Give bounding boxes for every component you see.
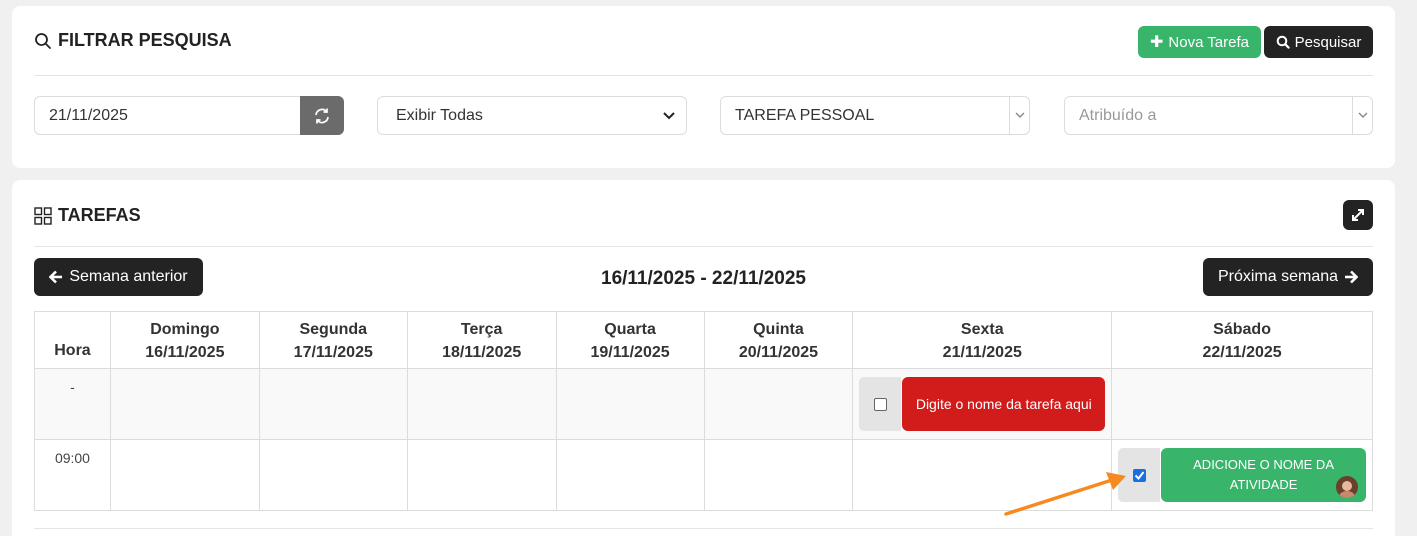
day-header-tuesday: Terça 18/11/2025 [406,311,557,369]
arrow-right-icon [1345,270,1359,284]
day-name: Segunda [299,321,368,338]
checkbox-box[interactable] [873,397,887,411]
checkbox-box-checked[interactable] [1132,468,1146,482]
tasks-divider [34,246,1373,247]
expand-icon [1352,209,1364,221]
day-date: 20/11/2025 [738,344,819,361]
calendar-header-row: Hora Domingo 16/11/2025 Segunda 17/11/2025… [34,311,1373,369]
task-name: Digite o nome da tarefa aqui [915,396,1092,412]
date-field[interactable]: 21/11/2025 [34,96,344,135]
calendar-cell[interactable] [703,368,854,440]
task-item: Digite o nome da tarefa aqui [859,377,1106,431]
calendar-cell[interactable] [555,439,705,511]
calendar-cell[interactable] [258,439,408,511]
hour-cell: - [34,368,111,440]
day-header-sunday: Domingo 16/11/2025 [109,311,260,369]
annotation-arrow-icon [1004,472,1126,516]
day-header-wednesday: Quarta 19/11/2025 [555,311,705,369]
assigned-select-toggle[interactable] [1352,97,1372,134]
refresh-icon [315,108,329,123]
filter-divider [34,75,1373,76]
new-task-button[interactable]: ✚ Nova Tarefa [1138,26,1261,58]
filter-card: FILTRAR PESQUISA ✚ Nova Tarefa Pesquisar… [12,6,1395,168]
day-name: Sábado [1213,321,1271,338]
check-icon [1134,470,1144,480]
day-name: Quinta [753,321,804,338]
day-date: 16/11/2025 [145,344,225,361]
day-date: 17/11/2025 [293,344,373,361]
tasks-title-text: TAREFAS [58,205,141,225]
task-name: ADICIONE O NOME DA ATIVIDADE [1193,457,1334,492]
grid-icon [34,206,52,225]
day-name: Quarta [604,321,656,338]
calendar-cell[interactable] [406,439,557,511]
day-header-friday: Sexta 21/11/2025 [852,311,1113,369]
chevron-down-icon [663,111,675,119]
tasks-title: TAREFAS [34,205,141,226]
next-week-label: Próxima semana [1217,268,1339,285]
plus-icon: ✚ [1149,34,1164,51]
filter-title: FILTRAR PESQUISA [34,30,232,51]
show-select-value: Exibir Todas [396,106,483,124]
hour-column-header: Hora [34,311,111,369]
type-select[interactable]: TAREFA PESSOAL [720,96,1030,135]
assigned-placeholder: Atribuído a [1079,106,1157,124]
day-date: 22/11/2025 [1202,344,1282,361]
day-name: Sexta [960,321,1004,338]
day-date: 21/11/2025 [942,344,1022,361]
tasks-bottom-divider [34,528,1373,529]
calendar-cell[interactable] [406,368,557,440]
calendar-cell[interactable]: Digite o nome da tarefa aqui [852,368,1113,440]
type-select-value: TAREFA PESSOAL [735,106,875,124]
refresh-date-button[interactable] [300,96,344,135]
task-name-button[interactable]: Digite o nome da tarefa aqui [902,377,1106,431]
week-range: 16/11/2025 - 22/11/2025 [601,268,806,289]
day-date: 19/11/2025 [590,344,670,361]
calendar-cell[interactable] [109,439,260,511]
search-label: Pesquisar [1294,33,1362,51]
type-select-toggle[interactable] [1009,97,1029,134]
date-value: 21/11/2025 [49,106,128,124]
day-date: 18/11/2025 [442,344,522,361]
chevron-down-icon [1015,112,1024,118]
new-task-label: Nova Tarefa [1168,33,1249,51]
day-header-monday: Segunda 17/11/2025 [258,311,408,369]
day-name: Terça [460,321,503,338]
calendar-cell[interactable] [258,368,408,440]
assigned-select[interactable]: Atribuído a [1064,96,1373,135]
task-item: ADICIONE O NOME DA ATIVIDADE [1118,448,1366,502]
fullscreen-button[interactable] [1343,200,1373,230]
tasks-header: TAREFAS [34,205,1373,226]
day-header-saturday: Sábado 22/11/2025 [1111,311,1373,369]
search-icon [35,32,51,49]
search-button[interactable]: Pesquisar [1264,26,1373,58]
calendar-table: Hora Domingo 16/11/2025 Segunda 17/11/2025… [34,311,1373,511]
avatar [1336,476,1358,498]
table-row: 09:00 ADICIONE O NOME DA ATIVIDADE [34,439,1373,511]
calendar-cell[interactable] [555,368,705,440]
day-name: Domingo [150,321,220,338]
chevron-down-icon [1358,112,1367,118]
task-name-button[interactable]: ADICIONE O NOME DA ATIVIDADE [1161,448,1366,502]
task-checkbox[interactable] [859,377,902,431]
tasks-card: TAREFAS Semana anterior 16/11/2025 - 22/… [12,180,1395,536]
calendar-cell[interactable] [1111,368,1373,440]
table-row: - Digite o nome da tarefa aqui [34,368,1373,440]
day-header-thursday: Quinta 20/11/2025 [703,311,854,369]
calendar-cell[interactable] [109,368,260,440]
hour-cell: 09:00 [34,439,111,511]
calendar-cell[interactable]: ADICIONE O NOME DA ATIVIDADE [1111,439,1373,511]
calendar-cell[interactable] [703,439,854,511]
search-icon [1276,35,1290,49]
filter-title-text: FILTRAR PESQUISA [58,30,232,50]
next-week-button[interactable]: Próxima semana [1203,258,1373,296]
show-select[interactable]: Exibir Todas [377,96,687,135]
